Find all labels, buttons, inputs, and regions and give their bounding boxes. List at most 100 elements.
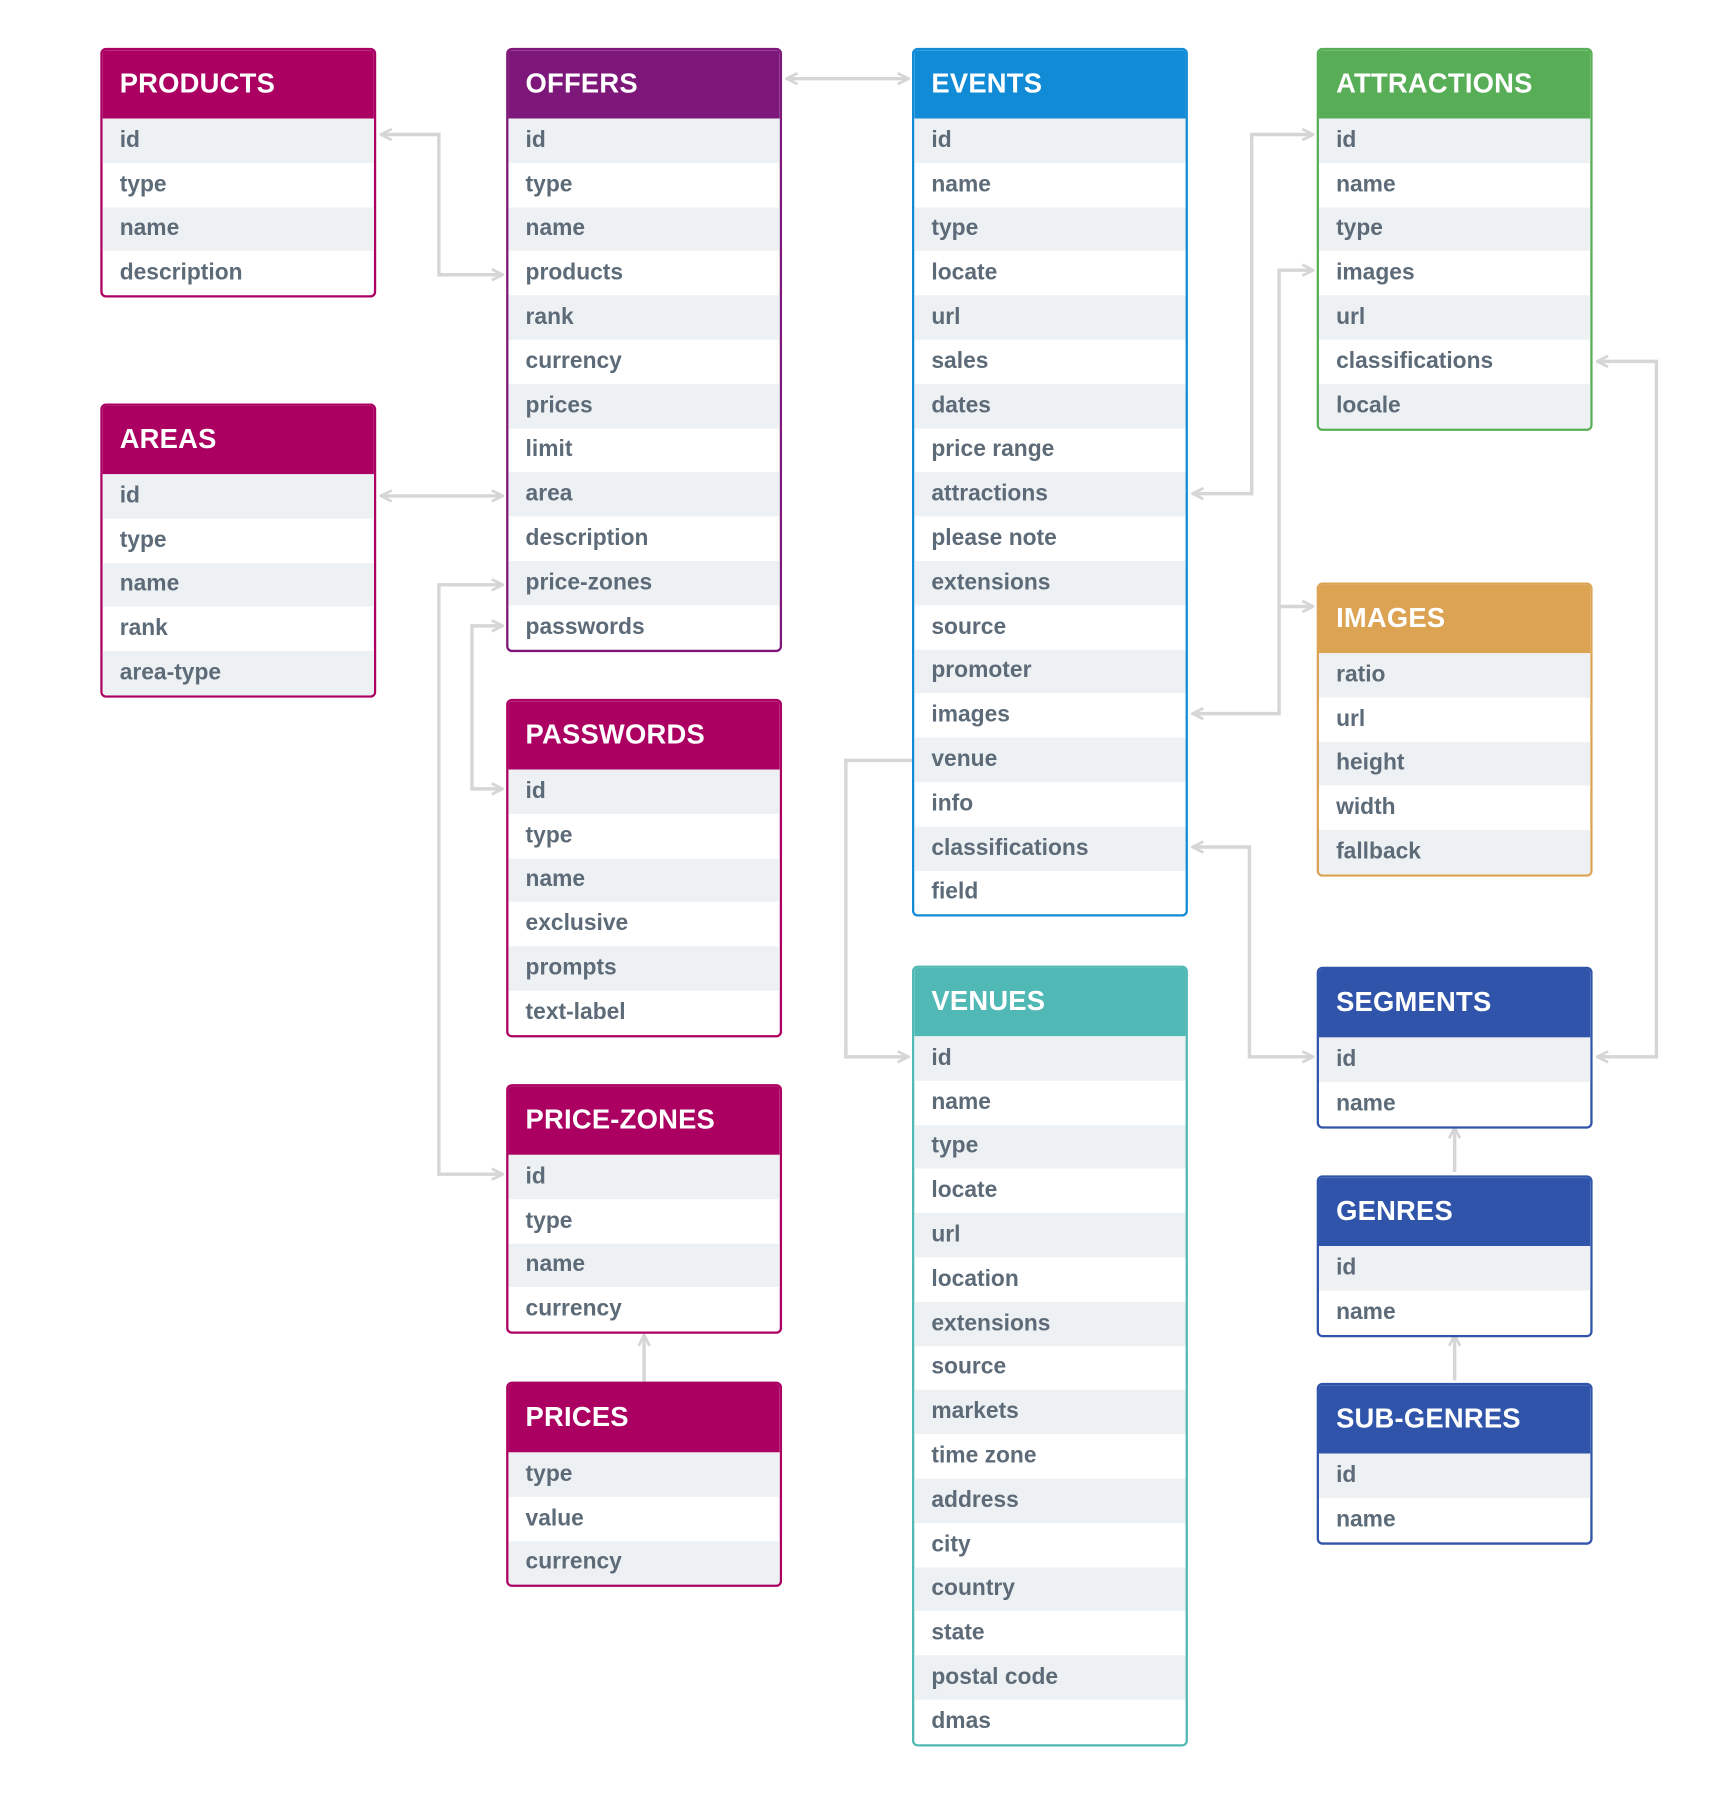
field-row: price-zones (508, 560, 780, 606)
field-row: price range (931, 437, 1055, 463)
field-row: url (1336, 706, 1366, 732)
field-row: field (931, 879, 979, 905)
table-title: IMAGES (1318, 584, 1591, 654)
table-title: PRICE-ZONES (508, 1086, 780, 1155)
field-row: id (1318, 1453, 1591, 1498)
table-passwords: PASSWORDS id type name exclusive prompts text-… (506, 698, 783, 1038)
field-row: extensions (914, 1301, 1186, 1346)
field-row: promoter (914, 649, 1186, 694)
field-row: address (914, 1478, 1186, 1523)
field-row: area (508, 472, 780, 517)
field-row: height (1318, 741, 1591, 786)
field-row: name (1336, 171, 1396, 197)
table-title: GENRES (1318, 1177, 1591, 1247)
field-row: type (1318, 207, 1591, 252)
field-row: please note (931, 525, 1057, 551)
field-row: type (508, 1452, 780, 1497)
relation-connector (381, 135, 503, 275)
field-row: venue (914, 737, 1186, 782)
table-title: OFFERS (508, 50, 780, 119)
field-row: prices (508, 383, 780, 429)
table-prices: PRICES type value currency (506, 1381, 783, 1588)
field-row: location (931, 1266, 1019, 1292)
table-price-zones: PRICE-ZONES id type name currency (506, 1084, 783, 1335)
field-row: locate (931, 1177, 998, 1204)
field-row: rank (119, 615, 168, 642)
field-row: url (914, 1213, 1186, 1258)
table-offers: OFFERS id type name products rank currency pric… (506, 47, 783, 652)
field-row: id (508, 1154, 780, 1200)
field-row: type (119, 527, 167, 553)
field-row: name (931, 171, 991, 197)
field-row: prompts (508, 946, 780, 991)
field-row: id (1318, 118, 1591, 163)
table-segments: SEGMENTS id name (1316, 966, 1593, 1129)
field-row: name (1336, 1090, 1396, 1116)
table-title: SEGMENTS (1318, 969, 1591, 1038)
field-row: type (914, 207, 1186, 252)
relation-connector (1192, 135, 1313, 494)
field-row: country (914, 1567, 1186, 1612)
field-row: currency (508, 1540, 780, 1586)
field-row: city (931, 1531, 971, 1557)
field-row: state (931, 1620, 985, 1646)
field-row: description (525, 525, 649, 551)
table-title: AREAS (102, 405, 374, 475)
field-row: url (1318, 295, 1591, 340)
field-row: extensions (914, 560, 1186, 606)
field-row: markets (914, 1390, 1186, 1435)
field-row: postal code (914, 1655, 1186, 1700)
field-row: type (914, 1124, 1186, 1169)
table-areas: AREAS id type name rank area-type (100, 403, 377, 698)
table-title: PASSWORDS (508, 701, 780, 770)
field-row: classifications (914, 826, 1186, 871)
table-products: PRODUCTS id type name description (100, 47, 377, 298)
table-venues: VENUES id name type locate url location extensi… (912, 965, 1188, 1747)
field-row: area-type (102, 651, 374, 696)
field-row: name (508, 857, 780, 903)
field-row: value (525, 1505, 584, 1531)
field-row: name (508, 207, 780, 252)
field-row: type (525, 171, 573, 197)
field-row: dmas (931, 1708, 991, 1734)
field-row: url (914, 295, 1186, 340)
field-row: attractions (914, 472, 1186, 517)
field-row: exclusive (525, 911, 629, 937)
field-row: id (102, 474, 374, 519)
field-row: id (914, 118, 1186, 163)
relation-connector (1597, 361, 1659, 1056)
er-diagram: PRODUCTS id type name description AREAS id type… (0, 0, 1710, 1800)
field-row: id (508, 769, 780, 814)
table-title: SUB-GENRES (1318, 1385, 1591, 1454)
relation-connector (844, 758, 912, 1056)
field-row: type (525, 822, 573, 848)
field-row: description (119, 260, 243, 286)
field-row: type (119, 171, 167, 197)
field-row: locale (1318, 383, 1591, 429)
field-row: currency (525, 1296, 622, 1322)
table-title: PRODUCTS (102, 50, 374, 119)
field-row: name (1336, 1299, 1396, 1325)
table-title: PRICES (508, 1383, 780, 1453)
field-row: time zone (931, 1443, 1037, 1469)
field-row: id (1318, 1037, 1591, 1082)
field-row: name (1336, 1506, 1396, 1532)
field-row: type (525, 1208, 573, 1234)
field-row: name (102, 562, 374, 607)
field-row: fallback (1318, 830, 1591, 875)
field-row: name (102, 207, 374, 252)
table-title: VENUES (914, 967, 1186, 1037)
field-row: images (1336, 260, 1415, 286)
field-row: limit (525, 437, 573, 463)
relation-connector (470, 626, 503, 789)
relation-connector (1192, 847, 1313, 1057)
table-title: EVENTS (914, 50, 1186, 119)
field-row: source (931, 1354, 1007, 1380)
field-row: dates (914, 383, 1186, 429)
table-sub-genres: SUB-GENRES id name (1316, 1382, 1593, 1545)
field-row: info (931, 790, 974, 817)
table-attractions: ATTRACTIONS id name type images url classifica… (1316, 47, 1593, 431)
field-row: rank (508, 295, 780, 340)
field-row: width (1336, 794, 1396, 820)
field-row: images (931, 702, 1010, 728)
